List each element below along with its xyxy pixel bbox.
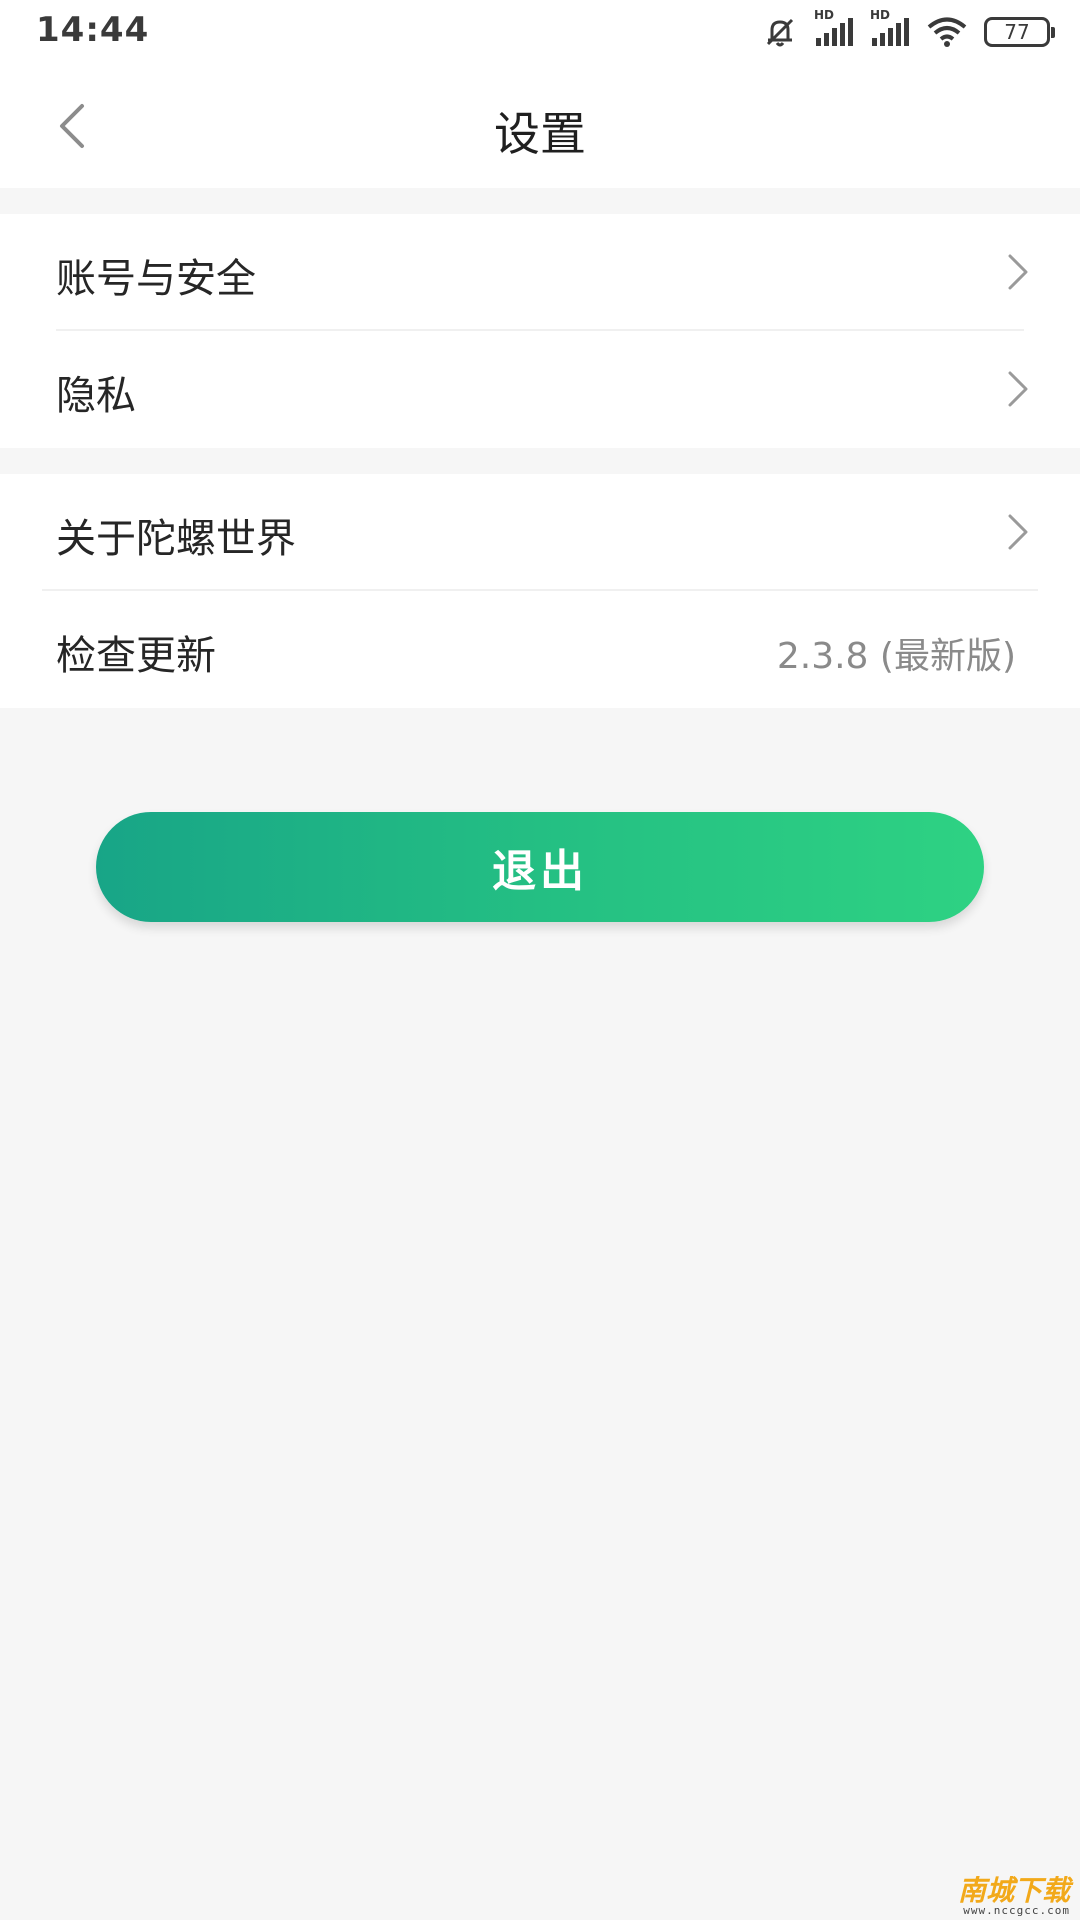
watermark: 南城下载 www.nccgcc.com [957,1874,1070,1917]
chevron-right-icon [1008,371,1028,407]
settings-item-about[interactable]: 关于陀螺世界 [0,474,1080,591]
header: 设置 [0,64,1080,188]
chevron-right-icon [1008,514,1028,550]
watermark-url: www.nccgcc.com [963,1904,1070,1917]
status-bar: 14:44 HD HD 77 [0,0,1080,64]
network-type-label: HD [870,8,891,22]
settings-item-privacy[interactable]: 隐私 [0,331,1080,448]
chevron-right-icon [1008,254,1028,290]
settings-item-account-security[interactable]: 账号与安全 [0,214,1080,331]
wifi-icon [926,15,968,49]
status-time: 14:44 [36,10,150,50]
logout-button[interactable]: 退出 [96,812,984,922]
watermark-name: 南城下载 [957,1874,1070,1907]
settings-group-account: 账号与安全 隐私 [0,214,1080,448]
status-icons: HD HD 77 [762,8,1055,52]
signal-icon: HD [814,8,854,48]
settings-item-label: 账号与安全 [56,256,256,302]
bell-muted-icon [762,14,798,50]
settings-item-check-update[interactable]: 检查更新 2.3.8 (最新版) [0,591,1080,708]
settings-item-label: 隐私 [56,373,136,419]
signal-icon: HD [870,8,910,48]
settings-item-label: 检查更新 [56,633,216,679]
settings-group-about: 关于陀螺世界 检查更新 2.3.8 (最新版) [0,474,1080,708]
settings-item-label: 关于陀螺世界 [56,516,296,562]
battery-icon: 77 [984,17,1055,47]
page-title: 设置 [494,107,586,161]
network-type-label: HD [814,8,835,22]
version-value: 2.3.8 (最新版) [776,636,1016,677]
